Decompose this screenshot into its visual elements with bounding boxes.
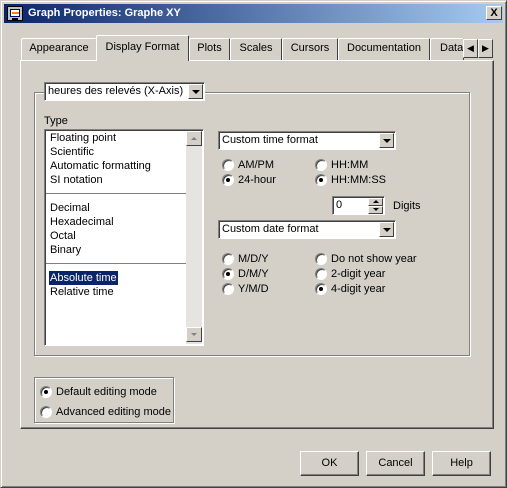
list-item-selected[interactable]: Absolute time: [49, 271, 118, 285]
list-separator: [46, 263, 186, 264]
radio-label: HH:MM: [331, 159, 369, 171]
stepper-up-icon[interactable]: [368, 198, 383, 206]
tab-scroll-left-icon[interactable]: ◀: [463, 39, 478, 58]
close-button[interactable]: X: [486, 6, 502, 20]
tab-documentation[interactable]: Documentation: [338, 38, 430, 60]
radio-label: 4-digit year: [331, 283, 386, 295]
cancel-button[interactable]: Cancel: [366, 451, 425, 476]
help-button[interactable]: Help: [432, 451, 491, 476]
tab-data[interactable]: Data: [430, 38, 464, 60]
tab-appearance[interactable]: Appearance: [21, 38, 97, 60]
chevron-down-icon[interactable]: [379, 133, 394, 148]
radio-icon[interactable]: [315, 253, 327, 265]
list-separator: [46, 193, 186, 194]
chevron-down-icon[interactable]: [188, 84, 203, 99]
stepper-down-icon[interactable]: [368, 206, 383, 214]
type-listbox[interactable]: Floating point Scientific Automatic form…: [44, 129, 204, 346]
list-item[interactable]: Floating point: [50, 131, 116, 145]
tab-scales[interactable]: Scales: [230, 38, 282, 60]
window-title: Graph Properties: Graphe XY: [28, 7, 181, 19]
list-item[interactable]: Automatic formatting: [50, 159, 151, 173]
list-item[interactable]: Relative time: [50, 285, 114, 299]
radio-icon-checked[interactable]: [315, 174, 327, 186]
radio-label: 2-digit year: [331, 268, 386, 280]
list-item[interactable]: Decimal: [50, 201, 90, 215]
radio-label: D/M/Y: [238, 268, 269, 280]
date-format-select[interactable]: Custom date format: [218, 220, 396, 239]
digits-value[interactable]: 0: [336, 199, 342, 211]
scroll-up-icon[interactable]: [186, 131, 202, 146]
tab-cursors[interactable]: Cursors: [282, 38, 338, 60]
radio-label: M/D/Y: [238, 253, 269, 265]
digits-label: Digits: [393, 200, 421, 212]
time-format-select[interactable]: Custom time format: [218, 131, 396, 150]
radio-icon[interactable]: [222, 283, 234, 295]
radio-icon[interactable]: [315, 159, 327, 171]
radio-label: Advanced editing mode: [56, 406, 171, 418]
radio-label: Do not show year: [331, 253, 417, 265]
type-label: Type: [44, 115, 68, 127]
list-item[interactable]: Scientific: [50, 145, 94, 159]
radio-icon-checked[interactable]: [40, 386, 52, 398]
radio-label: Y/M/D: [238, 283, 269, 295]
tab-display-format[interactable]: Display Format: [96, 35, 189, 61]
chevron-down-icon[interactable]: [379, 222, 394, 237]
title-bar[interactable]: Graph Properties: Graphe XY X: [4, 4, 503, 23]
radio-icon-checked[interactable]: [315, 283, 327, 295]
list-scrollbar[interactable]: [186, 131, 202, 344]
radio-label: Default editing mode: [56, 386, 157, 398]
radio-icon[interactable]: [222, 159, 234, 171]
radio-label: 24-hour: [238, 174, 276, 186]
list-item[interactable]: Octal: [50, 229, 76, 243]
radio-label: HH:MM:SS: [331, 174, 386, 186]
radio-label: AM/PM: [238, 159, 275, 171]
time-format-value: Custom time format: [222, 134, 318, 146]
scroll-down-icon[interactable]: [186, 327, 202, 342]
ok-button[interactable]: OK: [300, 451, 359, 476]
radio-icon-checked[interactable]: [222, 174, 234, 186]
axis-select-value: heures des relevés (X-Axis): [48, 85, 184, 97]
list-item[interactable]: SI notation: [50, 173, 103, 187]
tab-scroll-right-icon[interactable]: ▶: [478, 39, 493, 58]
date-format-value: Custom date format: [222, 223, 319, 235]
graph-properties-dialog: Graph Properties: Graphe XY X Appearance…: [0, 0, 507, 488]
list-item[interactable]: Binary: [50, 243, 81, 257]
labview-app-icon: [7, 6, 23, 21]
radio-icon[interactable]: [315, 268, 327, 280]
tab-plots[interactable]: Plots: [189, 38, 230, 60]
radio-icon[interactable]: [222, 253, 234, 265]
digits-stepper[interactable]: 0: [332, 196, 385, 215]
list-item[interactable]: Hexadecimal: [50, 215, 114, 229]
radio-icon-checked[interactable]: [222, 268, 234, 280]
axis-select[interactable]: heures des relevés (X-Axis): [44, 82, 205, 101]
radio-icon[interactable]: [40, 406, 52, 418]
